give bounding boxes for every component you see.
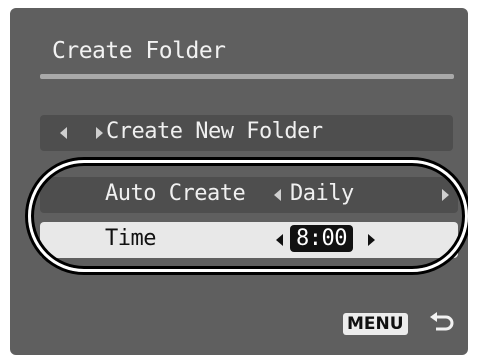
title-divider: [40, 74, 454, 79]
return-arrow-icon[interactable]: [428, 311, 454, 337]
camera-menu-screen: Create Folder Create New Folder Auto Cre…: [10, 8, 468, 355]
page-title: Create Folder: [52, 38, 226, 64]
right-arrow-icon[interactable]: [96, 127, 103, 139]
menu-button[interactable]: MENU: [343, 313, 408, 335]
create-new-folder-label: Create New Folder: [106, 119, 323, 144]
create-new-folder-row[interactable]: Create New Folder: [40, 115, 453, 151]
left-arrow-icon[interactable]: [60, 127, 67, 139]
highlight-ring: [28, 160, 468, 272]
